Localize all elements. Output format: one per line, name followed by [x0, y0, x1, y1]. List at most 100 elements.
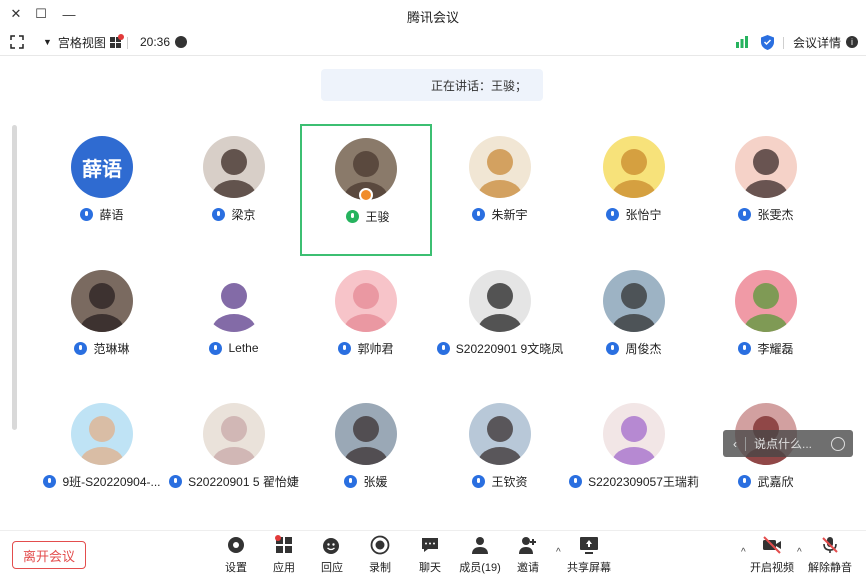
members-label: 成员(19): [459, 562, 501, 574]
participant-tile[interactable]: S20220901 9文晓凤: [434, 258, 566, 390]
reactions-label: 回应: [321, 562, 343, 574]
participant-name-row: 范琳琳: [36, 340, 168, 356]
participant-name-row: 郭帅君: [300, 340, 432, 356]
participant-name-row: 李耀磊: [700, 340, 832, 356]
participant-name-row: 周俊杰: [568, 340, 700, 356]
participant-name: 朱新宇: [491, 207, 528, 222]
avatar: [203, 403, 265, 465]
chat-label: 聊天: [419, 562, 441, 574]
avatar: [735, 136, 797, 198]
mic-icon: [569, 474, 583, 488]
record-icon: [370, 535, 390, 555]
chat-icon: [422, 538, 438, 552]
record-button[interactable]: 录制: [358, 535, 402, 575]
reactions-button[interactable]: 回应: [310, 535, 354, 575]
participant-tile[interactable]: 郭帅君: [300, 258, 432, 390]
chevron-up-icon[interactable]: ^: [741, 547, 746, 558]
participant-name: 武嘉欣: [757, 474, 794, 489]
mic-icon: [472, 207, 486, 221]
participant-name-row: 王钦资: [434, 473, 566, 489]
scrollbar[interactable]: [12, 125, 17, 430]
mic-icon: [74, 341, 88, 355]
participant-name: S20220901 9文晓凤: [455, 341, 564, 356]
members-icon: [472, 537, 488, 554]
participant-name: 梁京: [231, 207, 256, 222]
clock-icon: [175, 36, 188, 48]
participant-tile[interactable]: S20220901 5 翟怡婕: [168, 391, 300, 523]
apps-button[interactable]: 应用: [262, 535, 306, 575]
avatar: [603, 403, 665, 465]
participant-name: 王骏: [365, 209, 390, 224]
participant-tile[interactable]: 薛语 薛语: [36, 124, 168, 256]
participant-tile[interactable]: Lethe: [168, 258, 300, 390]
settings-button[interactable]: 设置: [214, 535, 258, 575]
participant-name-row: S20220901 5 翟怡婕: [168, 473, 300, 489]
participant-tile[interactable]: 周俊杰: [568, 258, 700, 390]
add-user-icon: [519, 537, 536, 554]
host-badge-icon: [359, 188, 373, 202]
unmute-label: 解除静音: [808, 562, 852, 574]
avatar: 薛语: [71, 136, 133, 198]
chevron-up-icon[interactable]: ^: [797, 547, 802, 558]
meeting-details-label: 会议详情: [793, 35, 842, 50]
mic-off-icon: [822, 537, 838, 553]
participant-tile[interactable]: 王钦资: [434, 391, 566, 523]
avatar: [469, 403, 531, 465]
chevron-up-icon[interactable]: ^: [556, 547, 561, 558]
participant-tile[interactable]: 张怡宁: [568, 124, 700, 256]
participant-tile[interactable]: 张雯杰: [700, 124, 832, 256]
chat-quick-input-label: 说点什么...: [754, 437, 813, 451]
participant-name: 薛语: [99, 207, 124, 222]
avatar: [203, 270, 265, 332]
participant-name: 周俊杰: [625, 341, 662, 356]
view-mode-dropdown[interactable]: ▼ 宫格视图: [43, 33, 124, 50]
start-video-button[interactable]: 开启视频: [750, 535, 794, 575]
participant-tile[interactable]: 9班-S20220904-...: [36, 391, 168, 523]
mic-icon: [43, 474, 57, 488]
participant-name-row: 张怡宁: [568, 206, 700, 222]
leave-meeting-button[interactable]: 离开会议: [12, 541, 86, 569]
chat-button[interactable]: 聊天: [408, 535, 452, 575]
participant-tile[interactable]: 范琳琳: [36, 258, 168, 390]
meeting-timer: 20:36: [140, 34, 188, 50]
participant-tile[interactable]: 武嘉欣: [700, 391, 832, 523]
unmute-button[interactable]: 解除静音: [808, 535, 852, 575]
participant-name-row: 王骏: [302, 208, 434, 224]
avatar: [71, 403, 133, 465]
participant-tile[interactable]: 梁京: [168, 124, 300, 256]
fullscreen-icon[interactable]: [10, 34, 24, 50]
emoji-icon: [323, 538, 339, 554]
participant-tile[interactable]: 朱新宇: [434, 124, 566, 256]
mic-icon: [212, 207, 226, 221]
participant-name: 范琳琳: [93, 341, 130, 356]
title-bar: ✕ ☐ — 腾讯会议: [0, 0, 866, 28]
emoji-icon: [831, 436, 845, 451]
gear-icon: [228, 537, 244, 553]
avatar: [335, 403, 397, 465]
invite-label: 邀请: [517, 562, 539, 574]
avatar: [71, 270, 133, 332]
chat-quick-input[interactable]: ‹ 说点什么...: [723, 430, 853, 457]
participant-tile[interactable]: 李耀磊: [700, 258, 832, 390]
participant-name-row: 张雯杰: [700, 206, 832, 222]
shield-icon[interactable]: [761, 34, 774, 50]
mic-icon: [738, 207, 752, 221]
members-button[interactable]: 成员(19): [458, 535, 502, 575]
active-speaker-banner: 正在讲话：王骏；: [321, 69, 543, 101]
participant-name-row: Lethe: [168, 340, 300, 356]
participant-tile[interactable]: 张媛: [300, 391, 432, 523]
participant-name: 张媛: [363, 474, 388, 489]
meeting-details-link[interactable]: 会议详情 i: [793, 34, 859, 50]
participant-tile[interactable]: S2202309057王瑞莉: [568, 391, 700, 523]
start-video-label: 开启视频: [750, 562, 794, 574]
mic-icon: [80, 207, 94, 221]
view-mode-label: 宫格视图: [57, 35, 106, 50]
invite-button[interactable]: 邀请: [506, 535, 550, 575]
meeting-toolbar: 离开会议 设置 应用 回应 录制 聊天 成员(19) 邀请 ^ 共享屏幕 ^ 开…: [0, 530, 866, 578]
avatar-text: 薛语: [71, 136, 133, 198]
record-label: 录制: [369, 562, 391, 574]
share-screen-button[interactable]: 共享屏幕: [566, 535, 612, 575]
participant-name: 王钦资: [491, 474, 528, 489]
settings-label: 设置: [225, 562, 247, 574]
participant-tile[interactable]: 王骏: [300, 124, 432, 256]
